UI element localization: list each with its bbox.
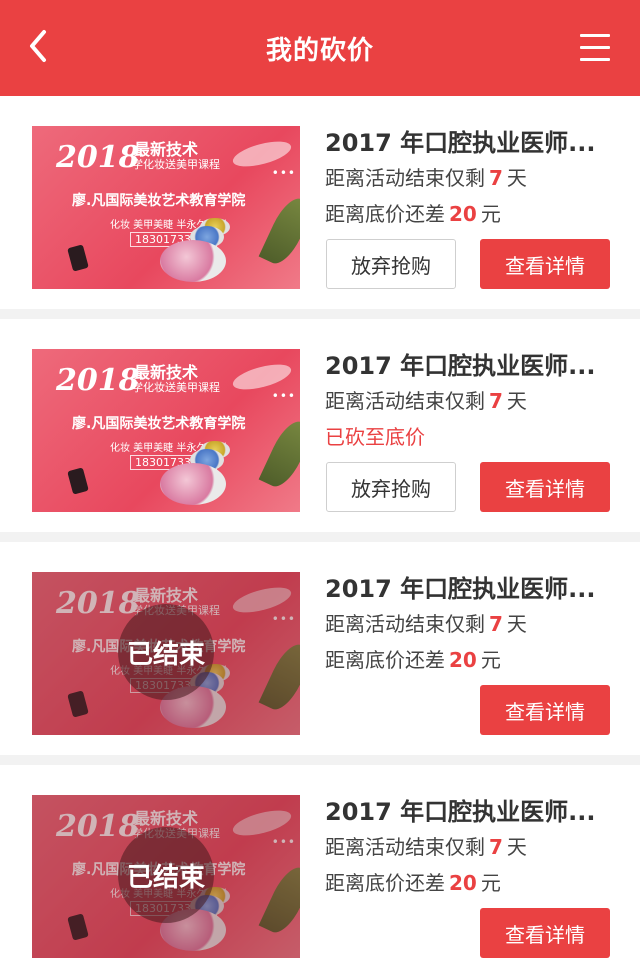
price-difference: 距离底价还差 20 元 (325, 871, 501, 895)
time-remaining: 距离活动结束仅剩 7 天 (325, 612, 527, 636)
banner-year: 2018 (56, 140, 140, 175)
give-up-button[interactable]: 放弃抢购 (326, 239, 456, 289)
makeup-palette-icon (160, 463, 226, 505)
view-details-button[interactable]: 查看详情 (480, 239, 610, 289)
time-remaining: 距离活动结束仅剩 7 天 (325, 166, 527, 190)
price-difference: 距离底价还差 20 元 (325, 648, 501, 672)
view-details-button[interactable]: 查看详情 (480, 462, 610, 512)
time-remaining: 距离活动结束仅剩 7 天 (325, 389, 527, 413)
bargain-card: 2018 最新技术 学化妆送美甲课程 廖.凡国际美妆艺术教育学院 化妆 美甲美睫… (0, 319, 640, 532)
nail-polish-icon (67, 467, 89, 495)
view-details-button[interactable]: 查看详情 (480, 685, 610, 735)
page-title: 我的砍价 (265, 35, 374, 66)
course-title: 2017 年口腔执业医师... (325, 798, 596, 826)
menu-icon[interactable] (580, 34, 610, 62)
ended-badge: 已结束 (118, 604, 214, 700)
back-icon[interactable] (24, 26, 56, 66)
bargain-card: 2018 最新技术 学化妆送美甲课程 廖.凡国际美妆艺术教育学院 化妆 美甲美睫… (0, 542, 640, 755)
course-banner-image[interactable]: 2018 最新技术 学化妆送美甲课程 廖.凡国际美妆艺术教育学院 化妆 美甲美睫… (32, 795, 300, 958)
banner-subheadline: 学化妆送美甲课程 (132, 381, 220, 394)
banner-school-name: 廖.凡国际美妆艺术教育学院 (72, 416, 246, 432)
course-banner-image[interactable]: 2018 最新技术 学化妆送美甲课程 廖.凡国际美妆艺术教育学院 化妆 美甲美睫… (32, 126, 300, 289)
bargain-status: 已砍至底价 (325, 425, 425, 449)
bargain-card: 2018 最新技术 学化妆送美甲课程 廖.凡国际美妆艺术教育学院 化妆 美甲美睫… (0, 96, 640, 309)
makeup-palette-icon (160, 240, 226, 282)
banner-year: 2018 (56, 363, 140, 398)
ended-badge: 已结束 (118, 827, 214, 923)
nail-polish-icon (67, 244, 89, 272)
course-title: 2017 年口腔执业医师... (325, 129, 596, 157)
time-remaining: 距离活动结束仅剩 7 天 (325, 835, 527, 859)
view-details-button[interactable]: 查看详情 (480, 908, 610, 958)
price-difference: 距离底价还差 20 元 (325, 202, 501, 226)
course-banner-image[interactable]: 2018 最新技术 学化妆送美甲课程 廖.凡国际美妆艺术教育学院 化妆 美甲美睫… (32, 572, 300, 735)
give-up-button[interactable]: 放弃抢购 (326, 462, 456, 512)
bargain-card: 2018 最新技术 学化妆送美甲课程 廖.凡国际美妆艺术教育学院 化妆 美甲美睫… (0, 765, 640, 960)
course-banner-image[interactable]: 2018 最新技术 学化妆送美甲课程 廖.凡国际美妆艺术教育学院 化妆 美甲美睫… (32, 349, 300, 512)
course-title: 2017 年口腔执业医师... (325, 352, 596, 380)
top-bar: 我的砍价 (0, 0, 640, 96)
banner-school-name: 廖.凡国际美妆艺术教育学院 (72, 193, 246, 209)
banner-subheadline: 学化妆送美甲课程 (132, 158, 220, 171)
course-title: 2017 年口腔执业医师... (325, 575, 596, 603)
